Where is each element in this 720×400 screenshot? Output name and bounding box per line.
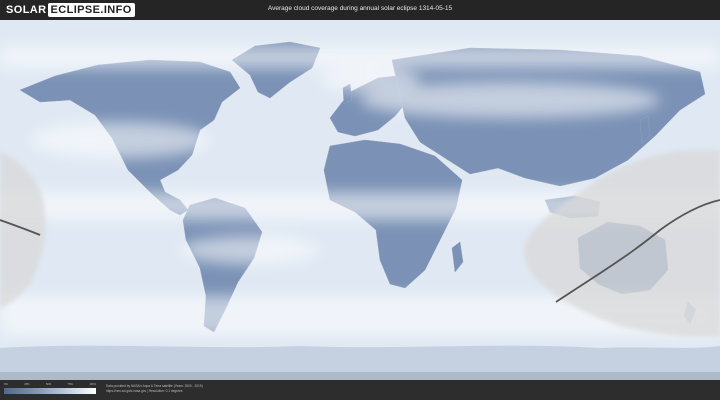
legend-tick: 0% [4,383,8,386]
page-title: Average cloud coverage during annual sol… [267,5,453,12]
legend-color-scale [4,388,96,394]
legend-tick: 25% [24,383,30,386]
legend-scale-ticks: 0% 25% 50% 75% 100% [4,383,96,386]
data-credits: Data provided by NASA's Aqua & Terra sat… [106,384,203,394]
header-bar: SOLAR ECLIPSE.INFO Average cloud coverag… [0,0,720,20]
credits-line-2[interactable]: https://neo.sci.gsfc.nasa.gov | Resoluti… [106,389,203,394]
legend-tick: 75% [67,383,73,386]
legend-tick: 50% [45,383,52,386]
legend-tick: 100% [89,383,96,386]
antarctica-edge [0,372,720,380]
cloud-coverage-map[interactable] [0,20,720,380]
